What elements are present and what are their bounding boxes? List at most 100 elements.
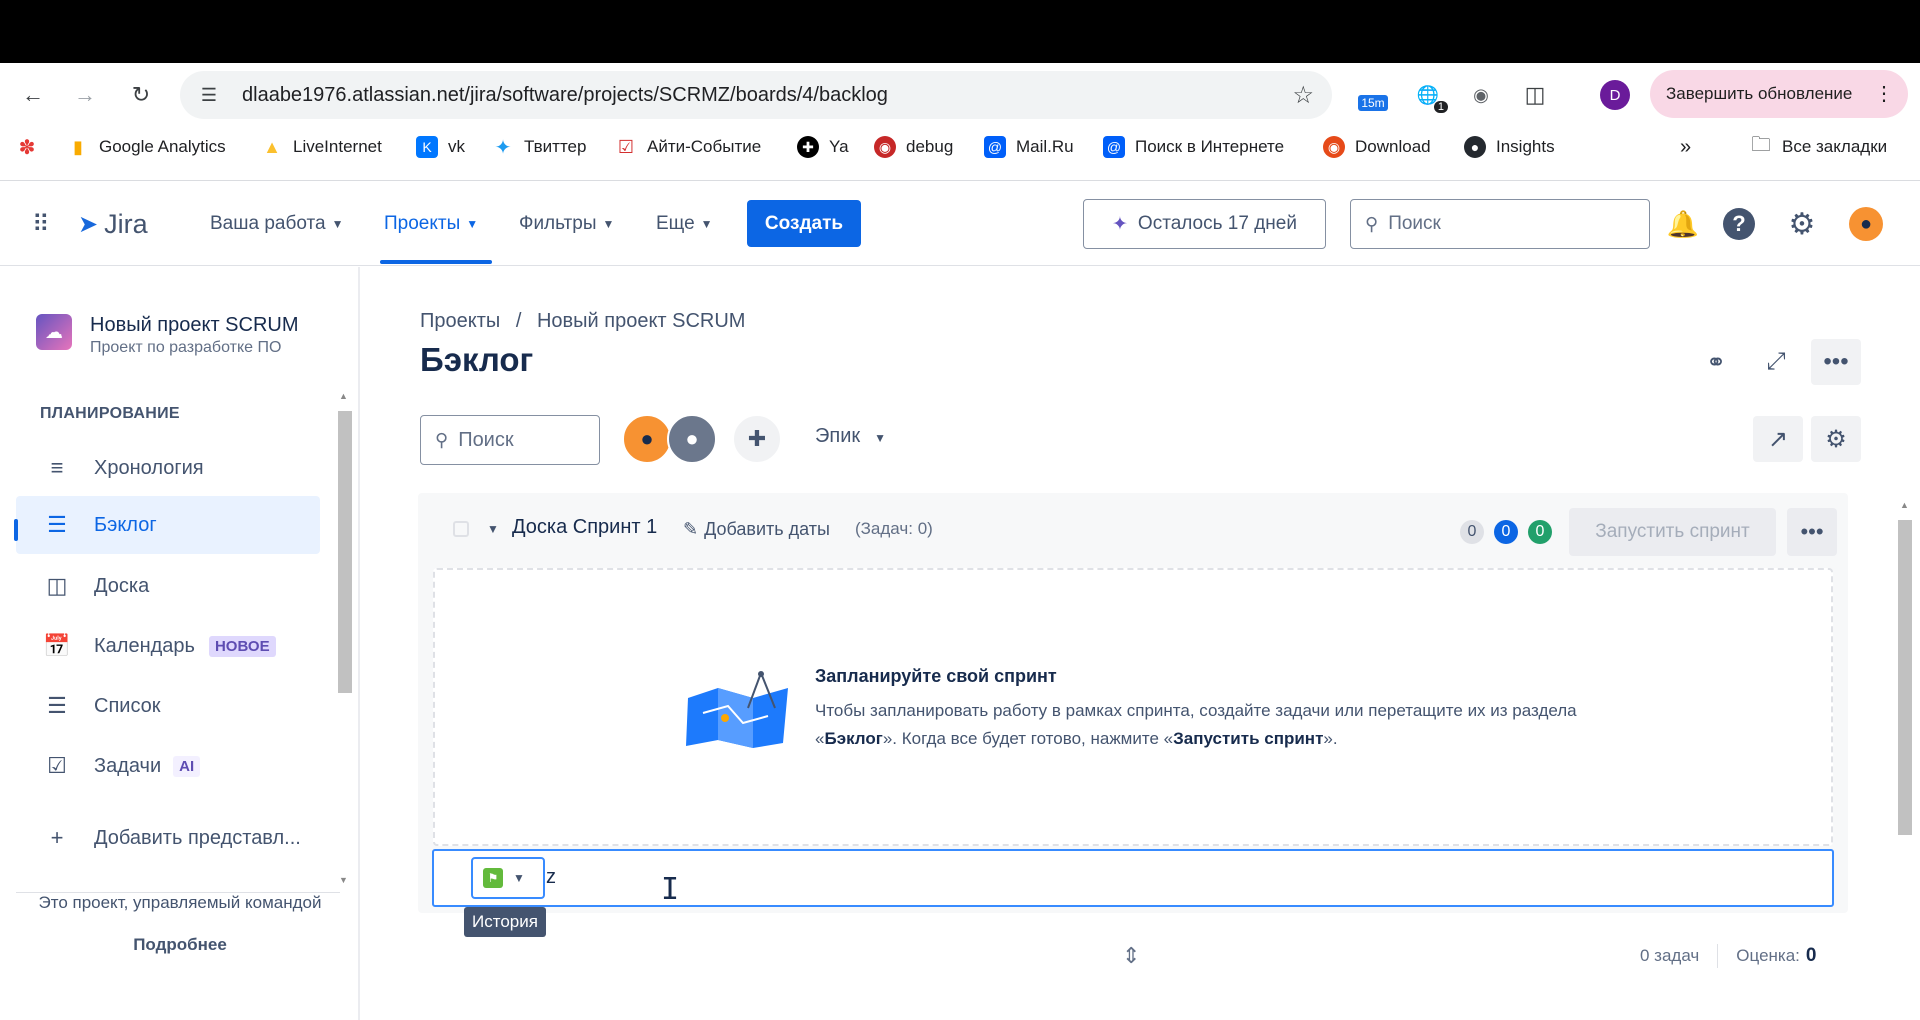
bookmark-ya[interactable]: ✚ Ya bbox=[797, 136, 849, 158]
app-switcher-icon[interactable]: ⠿ bbox=[32, 182, 50, 266]
project-header[interactable]: ☁ Новый проект SCRUM Проект по разработк… bbox=[36, 314, 299, 357]
bookmark-google-analytics[interactable]: ▮ Google Analytics bbox=[67, 136, 226, 158]
settings-gear-icon[interactable]: ⚙ bbox=[1783, 205, 1821, 243]
reload-icon[interactable]: ↻ bbox=[124, 78, 158, 112]
nav-projects[interactable]: Проекты ▼ bbox=[384, 182, 478, 266]
bookmark-vk[interactable]: Kvk bbox=[416, 136, 465, 158]
profile-avatar[interactable]: D bbox=[1600, 80, 1630, 110]
bookmark-apps[interactable]: ✽ bbox=[16, 136, 48, 159]
start-sprint-button[interactable]: Запустить спринт bbox=[1569, 508, 1776, 556]
user-avatar-filter[interactable]: ● bbox=[622, 414, 672, 464]
learn-more-link[interactable]: Подробнее bbox=[0, 935, 360, 955]
sprint-more-icon[interactable]: ••• bbox=[1787, 508, 1837, 556]
epic-filter[interactable]: Эпик ▼ bbox=[815, 425, 886, 448]
project-name: Новый проект SCRUM bbox=[90, 314, 299, 336]
resize-handle-icon[interactable]: ⇕ bbox=[1122, 943, 1140, 969]
forward-icon[interactable]: → bbox=[68, 78, 102, 112]
backlog-icon: ☰ bbox=[47, 512, 67, 537]
sidebar-scrollbar[interactable]: ▲ ▼ bbox=[334, 385, 354, 885]
bookmark-liveinternet[interactable]: ▲ LiveInternet bbox=[261, 136, 382, 158]
bookmark-download[interactable]: ◉ Download bbox=[1323, 136, 1431, 158]
create-issue-row[interactable] bbox=[432, 849, 1834, 907]
new-badge: НОВОЕ bbox=[208, 635, 276, 657]
issue-type-selector[interactable]: ⚑ ▼ bbox=[471, 857, 545, 899]
list-icon: ☰ bbox=[47, 693, 67, 718]
ya-icon: ✚ bbox=[797, 136, 819, 158]
sprint-plan-illustration bbox=[686, 671, 788, 748]
site-settings-icon[interactable]: ☰ bbox=[194, 85, 224, 106]
url-text[interactable]: dlaabe1976.atlassian.net/jira/software/p… bbox=[242, 84, 888, 107]
sidebar-item-backlog[interactable]: ☰ Бэклог bbox=[16, 496, 320, 554]
scroll-up-icon[interactable]: ▲ bbox=[339, 391, 348, 401]
extension-globe-icon[interactable]: 🌐 1 bbox=[1412, 79, 1448, 113]
sidebar-item-timeline[interactable]: ≡ Хронология bbox=[16, 439, 320, 497]
browser-menu-icon[interactable]: ⋮ bbox=[1874, 81, 1894, 106]
sidebar-item-calendar[interactable]: 📅 Календарь НОВОЕ bbox=[16, 617, 320, 675]
add-dates-button[interactable]: ✎ Добавить даты bbox=[683, 519, 830, 540]
sidebar-item-board[interactable]: ◫ Доска bbox=[16, 557, 320, 615]
bookmark-label: Твиттер bbox=[524, 137, 587, 156]
fullscreen-icon[interactable]: ⤢ bbox=[1753, 339, 1799, 385]
all-bookmarks[interactable]: 🗀 Все закладки bbox=[1750, 134, 1887, 158]
bookmark-twitter[interactable]: ✦ Твиттер bbox=[492, 136, 587, 159]
browser-chrome: ← → ↻ ☰ dlaabe1976.atlassian.net/jira/so… bbox=[0, 63, 1920, 181]
unassigned-avatar-filter[interactable]: ● bbox=[667, 414, 717, 464]
back-icon[interactable]: ← bbox=[16, 78, 50, 112]
plus-icon: + bbox=[50, 825, 64, 850]
sidebar-item-add-view[interactable]: + Добавить представл... bbox=[16, 809, 320, 867]
scroll-down-icon[interactable]: ▼ bbox=[339, 875, 348, 885]
extension-timer-icon[interactable]: 15m bbox=[1353, 79, 1393, 111]
bookmark-it-event[interactable]: ☑ Айти-Событие bbox=[615, 136, 761, 158]
insights-chart-icon[interactable]: ↗ bbox=[1753, 416, 1803, 462]
sprint-select-checkbox[interactable] bbox=[453, 521, 469, 537]
github-icon: ● bbox=[1464, 136, 1486, 158]
desc-backlog: Бэклог bbox=[824, 729, 883, 748]
sidebar-item-label: Список bbox=[94, 694, 161, 717]
search-placeholder: Поиск bbox=[458, 428, 514, 451]
main-scrollbar[interactable]: ▲ bbox=[1895, 498, 1915, 1020]
main-scroll-thumb[interactable] bbox=[1898, 520, 1912, 835]
create-button[interactable]: Создать bbox=[747, 200, 861, 247]
trial-button[interactable]: ✦ Осталось 17 дней bbox=[1083, 199, 1326, 249]
sprint-footer-stats: 0 задач Оценка: 0 bbox=[1640, 944, 1816, 968]
bookmark-mailru[interactable]: @ Mail.Ru bbox=[984, 136, 1074, 158]
scroll-up-icon[interactable]: ▲ bbox=[1900, 500, 1909, 510]
calendar-icon: ☑ bbox=[617, 136, 635, 157]
address-bar[interactable]: ☰ dlaabe1976.atlassian.net/jira/software… bbox=[180, 71, 1332, 119]
user-avatar[interactable]: ● bbox=[1849, 207, 1883, 241]
chevron-down-icon: ▼ bbox=[700, 217, 713, 231]
help-icon[interactable]: ? bbox=[1723, 208, 1755, 240]
nav-more[interactable]: Еще ▼ bbox=[656, 182, 713, 266]
extensions-puzzle-icon[interactable]: ◫ bbox=[1519, 79, 1551, 111]
active-item-indicator bbox=[14, 519, 18, 541]
notifications-icon[interactable]: 🔔 bbox=[1664, 205, 1702, 243]
bookmark-insights[interactable]: ● Insights bbox=[1464, 136, 1555, 158]
sidebar-item-tasks[interactable]: ☑ Задачи AI bbox=[16, 737, 320, 795]
sidebar-scroll-thumb[interactable] bbox=[338, 411, 352, 693]
nav-your-work[interactable]: Ваша работа ▼ bbox=[210, 182, 343, 266]
sidebar-item-list[interactable]: ☰ Список bbox=[16, 677, 320, 735]
sidebar-footer: Это проект, управляемый командой Подробн… bbox=[0, 893, 360, 955]
more-actions-icon[interactable]: ••• bbox=[1811, 339, 1861, 385]
jira-logo[interactable]: ➤ Jira bbox=[78, 182, 148, 266]
breadcrumb-projects[interactable]: Проекты bbox=[420, 310, 500, 332]
view-settings-icon[interactable]: ⚙ bbox=[1811, 416, 1861, 462]
add-people-icon[interactable]: ✚ bbox=[732, 414, 782, 464]
task-count: 0 задач bbox=[1640, 946, 1700, 965]
bookmarks-bar: ✽ ▮ Google Analytics ▲ LiveInternet Kvk ✦ Т… bbox=[0, 128, 1920, 172]
collapse-chevron-icon[interactable]: ▼ bbox=[487, 522, 499, 536]
extension-vpn-icon[interactable]: ◉ bbox=[1465, 79, 1497, 111]
more-bookmarks-icon[interactable]: » bbox=[1680, 136, 1691, 159]
finish-update-button[interactable]: Завершить обновление ⋮ bbox=[1650, 70, 1908, 118]
issue-summary-input[interactable]: z bbox=[546, 866, 556, 889]
share-icon[interactable]: ⚭ bbox=[1693, 339, 1739, 385]
bookmark-search[interactable]: @ Поиск в Интернете bbox=[1103, 136, 1284, 158]
nav-filters[interactable]: Фильтры ▼ bbox=[519, 182, 614, 266]
backlog-search-input[interactable]: ⚲ Поиск bbox=[420, 415, 600, 465]
bookmark-label: Поиск в Интернете bbox=[1135, 137, 1285, 156]
bookmark-debug[interactable]: ◉ debug bbox=[874, 136, 953, 158]
bookmark-star-icon[interactable]: ☆ bbox=[1292, 81, 1314, 110]
global-search-input[interactable]: ⚲ Поиск bbox=[1350, 199, 1650, 249]
chevron-down-icon: ▼ bbox=[874, 431, 887, 445]
breadcrumb-project[interactable]: Новый проект SCRUM bbox=[537, 310, 746, 332]
